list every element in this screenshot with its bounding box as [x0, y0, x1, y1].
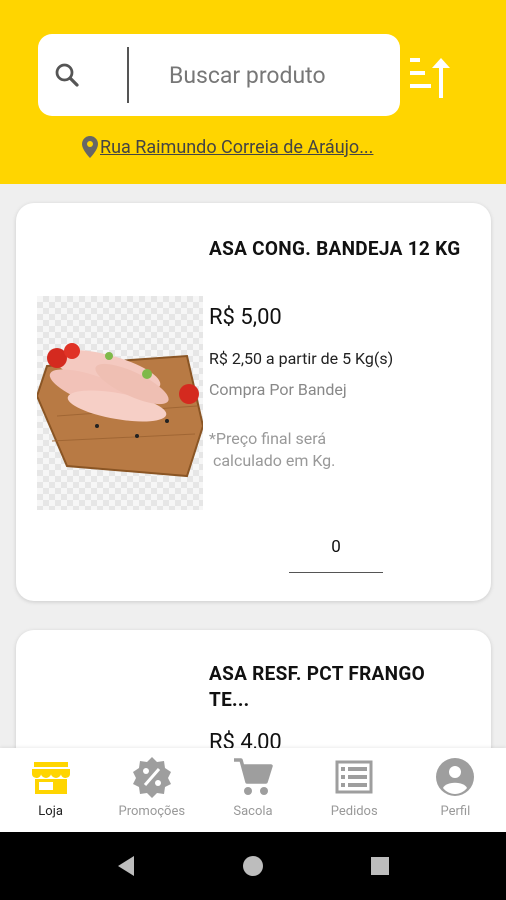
nav-label: Perfil	[440, 804, 471, 819]
nav-label: Sacola	[233, 804, 273, 819]
product-name: ASA RESF. PCT FRANGO TE...	[209, 662, 425, 711]
product-card[interactable]: ASA CONG. BANDEJA 12 KG R$ 5,00 R$ 2,50 …	[16, 203, 491, 601]
chicken-wings-image	[35, 343, 205, 478]
search-icon[interactable]	[52, 60, 82, 90]
list-icon	[335, 760, 373, 794]
nav-item-sacola[interactable]: Sacola	[202, 748, 303, 832]
product-name: ASA CONG. BANDEJA 12 KG	[209, 237, 461, 260]
promo-price: R$ 2,50 a partir de 5 Kg(s)	[209, 349, 394, 368]
quantity-input[interactable]: 0	[289, 533, 383, 573]
search-input[interactable]: Buscar produto	[169, 62, 326, 89]
nav-item-promocoes[interactable]: Promoções	[101, 748, 202, 832]
address-link[interactable]: Rua Raimundo Correia de Aráujo...	[100, 137, 373, 158]
nav-label: Promoções	[118, 804, 186, 819]
home-icon[interactable]	[241, 854, 265, 878]
product-price: R$ 5,00	[209, 305, 282, 330]
nav-item-loja[interactable]: Loja	[0, 748, 101, 832]
bottom-navigation: Loja Promoções Sacola Pedidos Perfil	[0, 748, 506, 832]
nav-item-pedidos[interactable]: Pedidos	[304, 748, 405, 832]
search-divider	[127, 47, 129, 103]
discount-badge-icon	[132, 757, 171, 798]
price-note: *Preço final será calculado em Kg.	[209, 429, 336, 470]
search-bar[interactable]: Buscar produto	[38, 34, 400, 116]
system-navigation-bar	[0, 832, 506, 900]
product-image	[35, 296, 205, 510]
purchase-unit: Compra Por Bandej	[209, 380, 347, 399]
nav-item-perfil[interactable]: Perfil	[405, 748, 506, 832]
sort-icon[interactable]	[410, 58, 458, 100]
location-pin-icon	[82, 136, 98, 158]
profile-icon	[436, 758, 475, 796]
cart-icon	[234, 758, 273, 795]
nav-label: Pedidos	[330, 804, 378, 819]
store-icon	[31, 762, 70, 794]
delivery-address[interactable]: Rua Raimundo Correia de Aráujo...	[82, 136, 373, 158]
app-header: Buscar produto Rua Raimundo Correia de A…	[0, 0, 506, 184]
recents-icon[interactable]	[368, 854, 392, 878]
back-icon[interactable]	[114, 854, 138, 878]
nav-label: Loja	[38, 804, 63, 819]
